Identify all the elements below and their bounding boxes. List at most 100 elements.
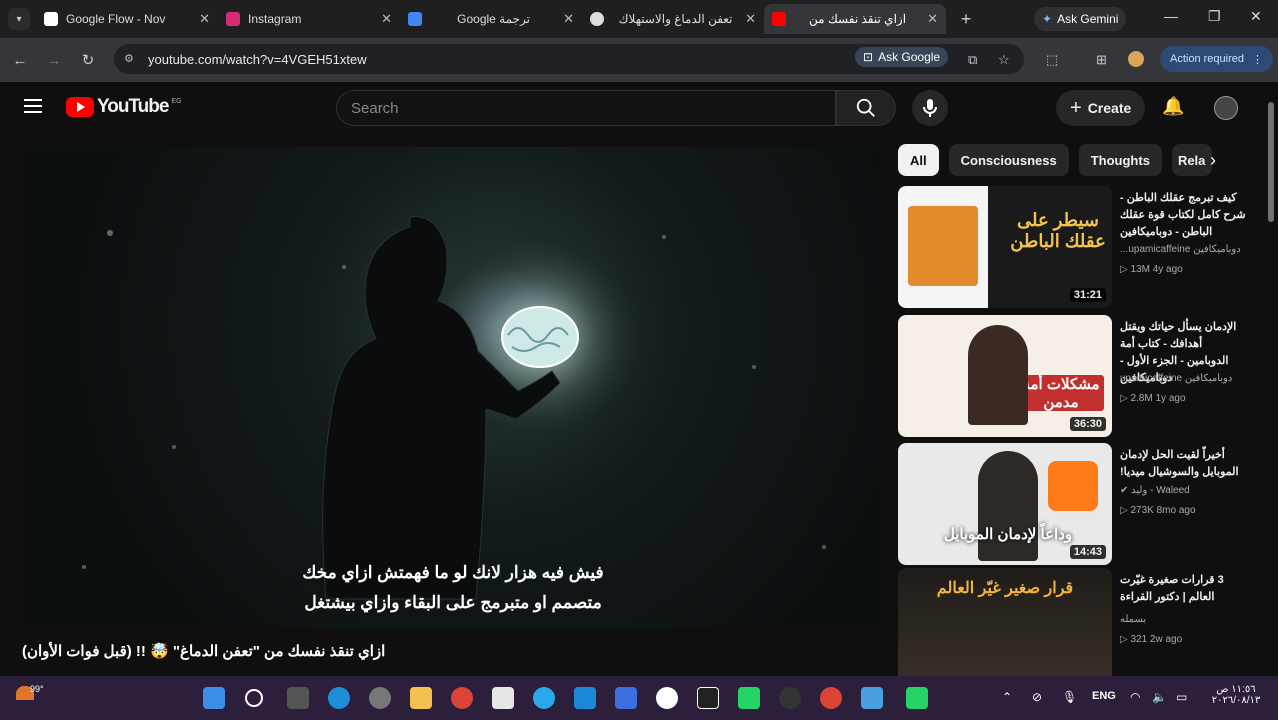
recommendation-item[interactable]: قرار صغير غيّر العالم 3 قرارات صغيرة غيّ… [898, 568, 1264, 676]
tab-instagram[interactable]: Instagram ✕ [218, 4, 400, 34]
microphone-icon [923, 99, 937, 117]
ai-app-icon[interactable] [697, 687, 719, 709]
settings-gear-icon[interactable] [369, 687, 391, 709]
github-icon[interactable] [656, 687, 678, 709]
microphone-icon[interactable]: 🎙 [1062, 690, 1077, 704]
maximize-icon[interactable]: ❐ [1208, 8, 1221, 25]
chevron-up-icon[interactable]: ⌃ [1002, 690, 1012, 704]
tab-brain-rot[interactable]: تعفن الدماغ والاستهلاك ✕ [582, 4, 764, 34]
whatsapp-notification-icon[interactable] [906, 687, 928, 709]
page-scrollbar[interactable] [1266, 86, 1276, 676]
chip-consciousness[interactable]: Consciousness [948, 144, 1069, 176]
recommendation-channel: بسمله [1120, 614, 1147, 625]
profile-icon[interactable] [1128, 51, 1144, 67]
video-subtitle-line-1: فيش فيه هزار لانك لو ما فهمتش ازاي مخك [302, 563, 604, 582]
language-indicator[interactable]: ENG [1092, 690, 1116, 702]
ask-gemini-button[interactable]: ✦ Ask Gemini [1034, 7, 1127, 31]
tab-google-translate[interactable]: ترجمة Google ✕ [400, 4, 582, 34]
chevron-right-icon[interactable]: › [1210, 150, 1216, 171]
tab-search-icon[interactable]: ⊞ [1096, 52, 1107, 68]
ask-google-button[interactable]: ⊡ Ask Google [855, 47, 949, 67]
extensions-icon[interactable]: ⬚ [1046, 52, 1058, 68]
avatar[interactable] [1214, 96, 1238, 120]
volume-icon[interactable]: 🔈 [1152, 690, 1167, 704]
video-thumbnail[interactable]: قرار صغير غيّر العالم [898, 568, 1112, 676]
clock[interactable]: ١١:٥٦ ص ٢٠٢٦/٠٨/١٣ [1208, 684, 1264, 706]
site-info-icon[interactable]: ⚙ [124, 52, 134, 65]
youtube-logo[interactable]: YouTube EG [66, 96, 182, 118]
menu-dots-icon[interactable]: ⋮ [1252, 53, 1263, 66]
close-icon[interactable]: ✕ [927, 11, 938, 27]
battery-icon[interactable]: ▭ [1176, 690, 1187, 704]
windows-taskbar [0, 676, 1278, 720]
recommendation-item[interactable]: سيطر على عقلك الباطن 31:21 كيف تبرمج عقل… [898, 186, 1264, 308]
close-icon[interactable]: ✕ [199, 11, 210, 27]
search-input[interactable]: Search [336, 90, 836, 126]
tab-search-icon[interactable]: ▾ [8, 8, 30, 30]
video-player[interactable]: فيش فيه هزار لانك لو ما فهمتش ازاي مخك م… [24, 147, 882, 629]
file-explorer-icon[interactable] [410, 687, 432, 709]
search-icon[interactable] [245, 689, 263, 707]
app-icon[interactable] [615, 687, 637, 709]
forward-icon[interactable]: → [40, 52, 68, 69]
search-button[interactable] [836, 90, 896, 126]
chrome-active-icon[interactable] [820, 687, 842, 709]
video-subtitle-line-2: متصمم او متبرمج على البقاء وازاي بيشتغل [304, 593, 602, 612]
close-window-icon[interactable]: ✕ [1250, 8, 1262, 25]
new-tab-icon[interactable]: + [954, 9, 978, 30]
wifi-icon[interactable]: ◠ [1130, 690, 1140, 704]
minimize-icon[interactable]: — [1164, 8, 1178, 24]
notifications-bell-icon[interactable]: 🔔 [1162, 96, 1184, 117]
close-icon[interactable]: ✕ [563, 11, 574, 27]
recommendation-meta: ▷ 273K 8mo ago [1120, 505, 1196, 516]
telegram-icon[interactable] [533, 687, 555, 709]
recommendation-meta: ▷ 2.8M 1y ago [1120, 393, 1186, 404]
tab-title: Instagram [248, 12, 302, 26]
voice-search-button[interactable] [912, 90, 948, 126]
obs-icon[interactable] [779, 687, 801, 709]
vscode-icon[interactable] [574, 687, 596, 709]
video-thumbnail[interactable]: مشكلات أمة مدمن 36:30 [898, 315, 1112, 437]
recommendation-item[interactable]: مشكلات أمة مدمن 36:30 الإدمان يسأل حياتك… [898, 315, 1264, 437]
back-icon[interactable]: ← [6, 52, 34, 69]
search-placeholder: Search [351, 99, 399, 117]
start-windows-icon[interactable] [203, 687, 225, 709]
calendar-icon[interactable] [492, 687, 514, 709]
chip-all[interactable]: All [898, 144, 939, 176]
chip-thoughts[interactable]: Thoughts [1078, 144, 1162, 176]
video-frame [82, 216, 826, 600]
recommendation-title: كيف تبرمج عقلك الباطن - شرح كامل لكتاب ق… [1120, 192, 1246, 238]
edge-icon[interactable] [328, 687, 350, 709]
reload-icon[interactable]: ↻ [74, 51, 102, 69]
tab-title: تعفن الدماغ والاستهلاك [618, 12, 733, 26]
gemini-icon: ✦ [1042, 12, 1053, 26]
bookmark-star-icon[interactable]: ☆ [998, 52, 1010, 68]
recommendation-title: 3 قرارات صغيرة غيّرت العالم | دكتور القر… [1120, 574, 1224, 603]
tab-google-flow[interactable]: Google Flow - Nov ✕ [36, 4, 218, 34]
recommendation-meta: ▷ 321 2w ago [1120, 634, 1183, 645]
lens-icon: ⊡ [863, 50, 874, 64]
action-required-label: Action required [1170, 53, 1244, 65]
recommendation-channel: Waleed - وليد ✔ [1120, 485, 1190, 496]
close-icon[interactable]: ✕ [745, 11, 756, 27]
recommendation-item[interactable]: وداعاً لإدمان الموبايل 14:43 أخيراً لقيت… [898, 443, 1264, 565]
cast-icon[interactable]: ⧉ [968, 52, 977, 68]
close-icon[interactable]: ✕ [381, 11, 392, 27]
action-required-button[interactable]: Action required ⋮ [1160, 46, 1273, 72]
chip-related[interactable]: Rela [1171, 144, 1212, 176]
tab-favicon [44, 12, 58, 26]
plus-icon: + [1070, 96, 1082, 119]
weather-widget[interactable]: 99° [16, 684, 44, 702]
scrollbar-thumb[interactable] [1268, 102, 1274, 222]
location-icon[interactable]: ⊘ [1032, 690, 1042, 704]
chrome-icon[interactable] [451, 687, 473, 709]
task-view-icon[interactable] [287, 687, 309, 709]
video-thumbnail[interactable]: وداعاً لإدمان الموبايل 14:43 [898, 443, 1112, 565]
tab-youtube-active[interactable]: ازاي تنقذ نفسك من ✕ [764, 4, 946, 34]
lock-icon [1048, 461, 1098, 511]
hamburger-menu-icon[interactable] [24, 99, 42, 113]
create-button[interactable]: + Create [1056, 90, 1146, 126]
whatsapp-icon[interactable] [738, 687, 760, 709]
video-thumbnail[interactable]: سيطر على عقلك الباطن 31:21 [898, 186, 1112, 308]
photos-icon[interactable] [861, 687, 883, 709]
